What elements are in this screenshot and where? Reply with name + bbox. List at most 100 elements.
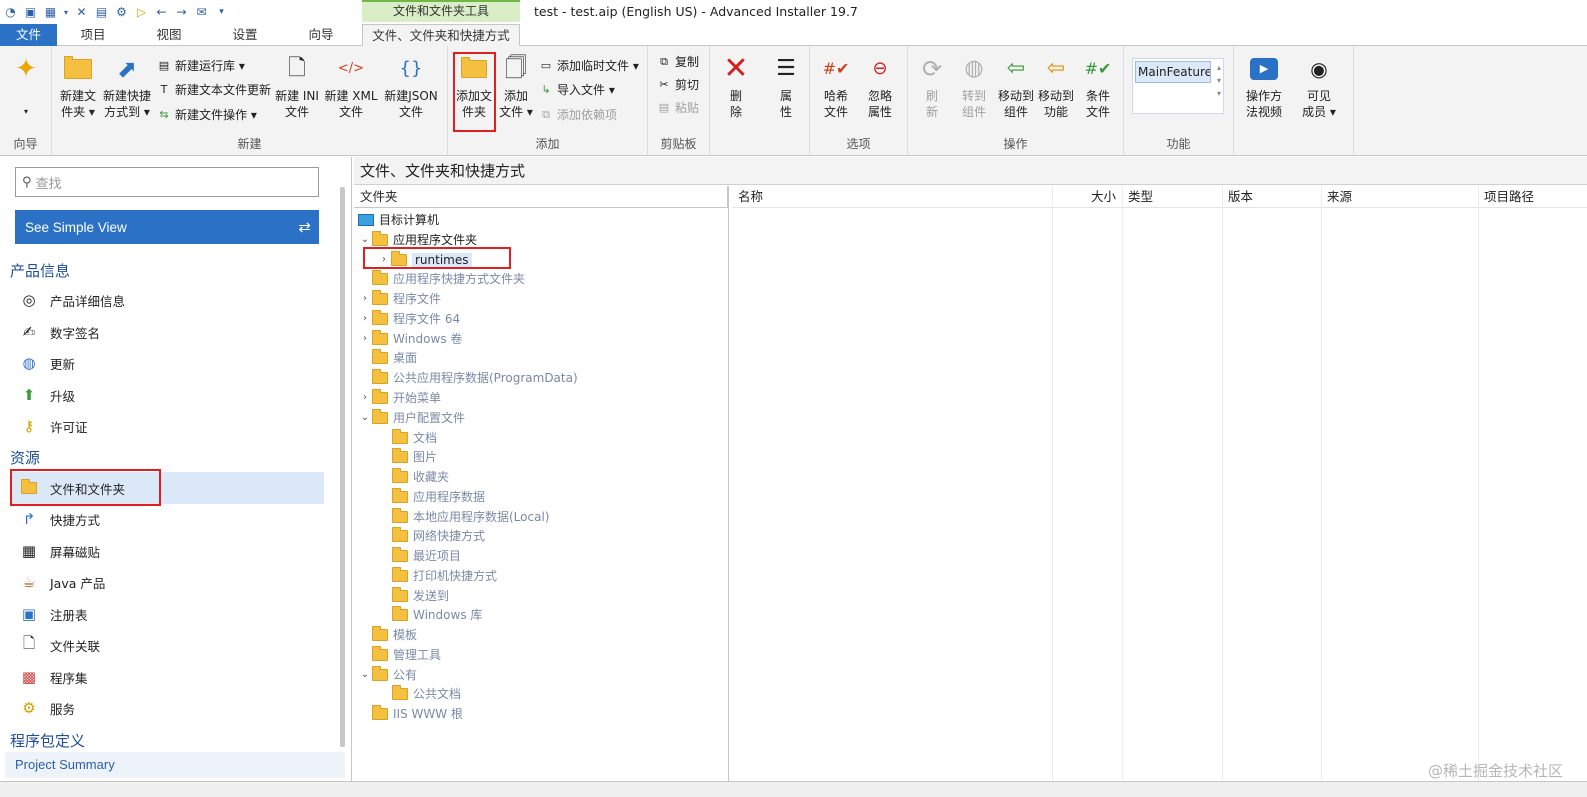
build-icon[interactable]: ▦ (42, 4, 59, 21)
nav-file-associations[interactable]: 🗋 文件关联 (10, 629, 324, 661)
column-project-path[interactable]: 项目路径 (1478, 186, 1587, 208)
tree-node-local-app-data[interactable]: 本地应用程序数据(Local) (392, 507, 549, 526)
tab-project[interactable]: 项目 (60, 24, 126, 46)
nav-license[interactable]: ⚷ 许可证 (10, 410, 324, 442)
settings-icon[interactable]: ⚙ (113, 4, 130, 21)
tree-node-target-computer[interactable]: 目标计算机 (358, 210, 439, 229)
how-to-video-button[interactable]: ▶ 操作方 法视频 (1238, 52, 1290, 120)
run-icon[interactable]: ▷ (133, 4, 150, 21)
new-folder-button[interactable]: 新建文 件夹 ▾ (56, 52, 100, 120)
project-summary-link[interactable]: Project Summary (5, 752, 345, 778)
new-launcher-button[interactable]: ▤ 新建运行库 ▾ (156, 56, 245, 76)
chevron-right-icon[interactable]: › (358, 293, 372, 304)
nav-upgrades[interactable]: ⬆ 升级 (10, 379, 324, 411)
tree-node-program-files[interactable]: › 程序文件 (358, 289, 441, 308)
hash-file-button[interactable]: #✔ 哈希 文件 (816, 52, 856, 120)
add-file-button[interactable]: 🗍 添加 文件 ▾ (496, 52, 536, 120)
nav-digital-signature[interactable]: ✍ 数字签名 (10, 316, 324, 348)
tree-node-start-menu[interactable]: › 开始菜单 (358, 388, 441, 407)
tab-file[interactable]: 文件 (0, 24, 57, 46)
chevron-right-icon[interactable]: › (358, 313, 372, 324)
tree-node-admin-tools[interactable]: 管理工具 (372, 645, 441, 664)
new-json-button[interactable]: {} 新建JSON 文件 (380, 52, 442, 120)
tree-node-windows-library[interactable]: Windows 库 (392, 605, 482, 624)
tree-node-iis-www-root[interactable]: IIS WWW 根 (372, 704, 463, 723)
new-xml-button[interactable]: </> 新建 XML 文件 (324, 52, 378, 120)
nav-java-products[interactable]: ☕ Java 产品 (10, 566, 324, 598)
ignore-attributes-button[interactable]: ⊖ 忽略 属性 (860, 52, 900, 120)
redo-icon[interactable]: → (173, 4, 190, 21)
sidebar-scrollbar[interactable] (340, 187, 345, 747)
tab-files-folders-shortcuts[interactable]: 文件、文件夹和快捷方式 (362, 24, 520, 47)
go-to-component-button[interactable]: ◍ 转到 组件 (954, 52, 994, 120)
tools-icon[interactable]: ✕ (73, 4, 90, 21)
nav-services[interactable]: ⚙ 服务 (10, 692, 324, 724)
paste-button[interactable]: ▤ 粘贴 (656, 98, 699, 118)
nav-product-details[interactable]: ◎ 产品详细信息 (10, 284, 324, 316)
chevron-right-icon[interactable]: › (358, 333, 372, 344)
dropdown-icon[interactable]: ▾ (62, 4, 70, 21)
wizard-button[interactable]: ✦ ▾ (6, 52, 46, 120)
tree-node-recent[interactable]: 最近项目 (392, 546, 461, 565)
tree-node-favorites[interactable]: 收藏夹 (392, 467, 449, 486)
tree-node-app-shortcut-folder[interactable]: 应用程序快捷方式文件夹 (372, 269, 525, 288)
column-source[interactable]: 来源 (1321, 186, 1478, 208)
mail-icon[interactable]: ✉ (193, 4, 210, 21)
refresh-button[interactable]: ⟳ 刷 新 (912, 52, 952, 120)
nav-assemblies[interactable]: ▩ 程序集 (10, 661, 324, 693)
undo-icon[interactable]: ← (153, 4, 170, 21)
chevron-right-icon[interactable]: › (358, 392, 372, 403)
add-temp-file-button[interactable]: ▭ 添加临时文件 ▾ (538, 56, 639, 76)
copy-button[interactable]: ⧉ 复制 (656, 52, 699, 72)
tree-node-templates[interactable]: 模板 (372, 625, 417, 644)
new-shortcut-button[interactable]: ⬈ 新建快捷 方式到 ▾ (100, 52, 154, 120)
column-type[interactable]: 类型 (1122, 186, 1222, 208)
tree-node-network-shortcuts[interactable]: 网络快捷方式 (392, 526, 485, 545)
cut-button[interactable]: ✂ 剪切 (656, 75, 699, 95)
tree-node-printer-shortcuts[interactable]: 打印机快捷方式 (392, 566, 497, 585)
tab-settings[interactable]: 设置 (212, 24, 278, 46)
tree-node-desktop[interactable]: 桌面 (372, 348, 417, 367)
tree-node-send-to[interactable]: 发送到 (392, 586, 449, 605)
simple-view-button[interactable]: See Simple View ⇄ (15, 210, 319, 244)
chevron-down-icon[interactable]: ⌄ (358, 412, 372, 423)
tree-node-documents[interactable]: 文档 (392, 428, 437, 447)
chevron-down-icon[interactable]: ⌄ (358, 669, 372, 680)
properties-button[interactable]: ☰ 属 性 (766, 52, 806, 120)
nav-updates[interactable]: ◍ 更新 (10, 347, 324, 379)
column-size[interactable]: 大小 (1052, 186, 1122, 208)
chevron-down-icon[interactable]: ⌄ (358, 234, 372, 245)
move-to-feature-button[interactable]: ⇦ 移动到 功能 (1036, 52, 1076, 120)
tree-node-pictures[interactable]: 图片 (392, 447, 437, 466)
gallery-scroll-icon[interactable]: ▴ ▾ ▾ (1217, 61, 1221, 100)
new-text-update-button[interactable]: T 新建文本文件更新 (156, 80, 271, 100)
move-to-component-button[interactable]: ⇦ 移动到 组件 (996, 52, 1036, 120)
tree-node-public-documents[interactable]: 公共文档 (392, 684, 461, 703)
tab-wizard[interactable]: 向导 (288, 24, 354, 46)
tree-node-public[interactable]: ⌄ 公有 (358, 665, 417, 684)
save-icon[interactable]: ▣ (22, 4, 39, 21)
column-name[interactable]: 名称 (732, 186, 1052, 208)
new-ini-button[interactable]: 🗋 新建 INI 文件 (272, 52, 322, 120)
nav-registry[interactable]: ▣ 注册表 (10, 598, 324, 630)
feature-selected[interactable]: MainFeature (1135, 61, 1211, 83)
visible-members-button[interactable]: ◉ 可见 成员 ▾ (1294, 52, 1344, 120)
add-dependency-button[interactable]: ⧉ 添加依赖项 (538, 105, 617, 125)
delete-button[interactable]: ✕ 删 除 (716, 52, 756, 120)
tree-node-app-data[interactable]: 应用程序数据 (392, 487, 485, 506)
nav-shortcuts[interactable]: ↱ 快捷方式 (10, 503, 324, 535)
feature-gallery[interactable]: MainFeature ▴ ▾ ▾ (1132, 58, 1224, 114)
tab-view[interactable]: 视图 (136, 24, 202, 46)
column-version[interactable]: 版本 (1222, 186, 1321, 208)
nav-tiles[interactable]: ▦ 屏幕磁贴 (10, 535, 324, 567)
floppy-icon[interactable]: ▤ (93, 4, 110, 21)
app-logo-icon[interactable]: ◔ (2, 4, 19, 21)
condition-file-button[interactable]: #✔ 条件 文件 (1078, 52, 1118, 120)
tree-node-programdata[interactable]: 公共应用程序数据(ProgramData) (372, 368, 578, 387)
tree-node-program-files-64[interactable]: › 程序文件 64 (358, 309, 460, 328)
new-file-operation-button[interactable]: ⇆ 新建文件操作 ▾ (156, 105, 256, 125)
customize-qat-icon[interactable]: ▾ (213, 4, 230, 21)
tree-node-windows-volume[interactable]: › Windows 卷 (358, 329, 462, 348)
import-files-button[interactable]: ↳ 导入文件 ▾ (538, 80, 614, 100)
tree-node-user-profile[interactable]: ⌄ 用户配置文件 (358, 408, 465, 427)
